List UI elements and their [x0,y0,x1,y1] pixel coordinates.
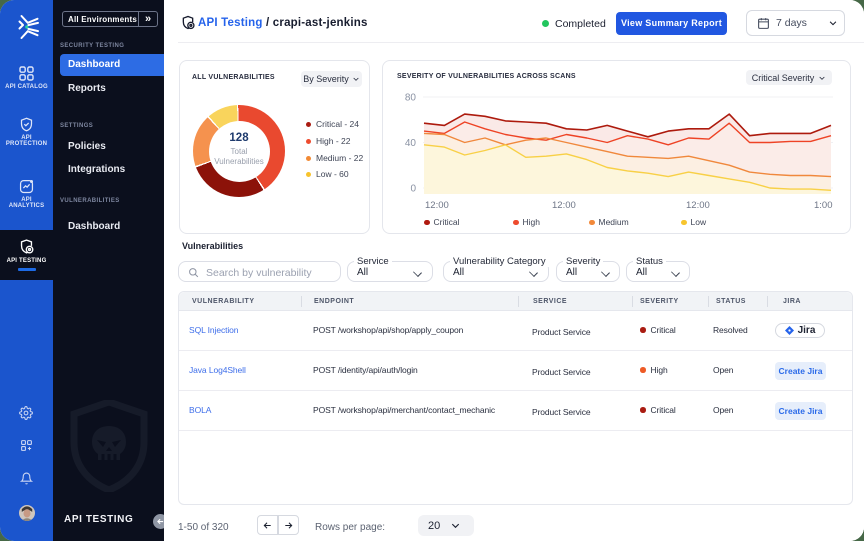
svg-text:40: 40 [405,138,417,149]
svg-text:80: 80 [405,93,417,104]
svg-text:0: 0 [410,184,416,195]
